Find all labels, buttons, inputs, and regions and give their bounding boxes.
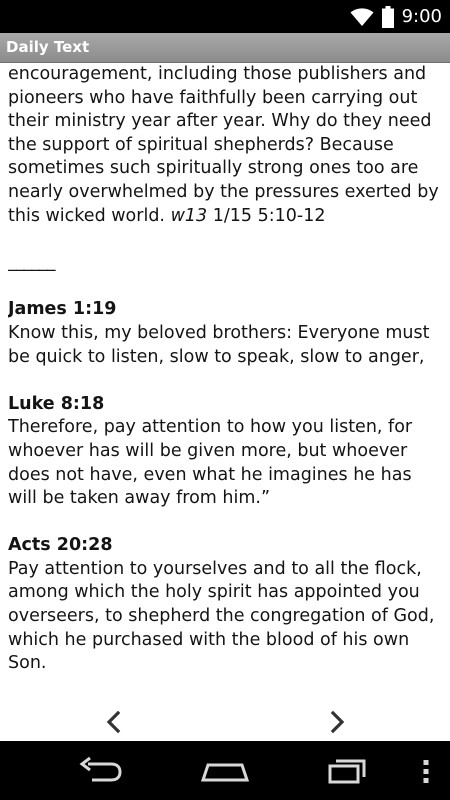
verse-block: Luke 8:18 Therefore, pay attention to ho…: [8, 393, 444, 511]
section-divider: ______: [8, 252, 56, 273]
intro-paragraph: encouragement, including those publisher…: [8, 63, 444, 228]
overflow-menu-icon[interactable]: [416, 753, 436, 789]
home-icon[interactable]: [199, 753, 251, 789]
verse-reference[interactable]: James 1:19: [8, 298, 444, 322]
title-bar: Daily Text: [0, 33, 450, 63]
intro-line: sometimes such spiritually strong ones t…: [8, 158, 419, 179]
page-title: Daily Text: [6, 38, 90, 56]
intro-line: pioneers who have faithfully been carryi…: [8, 87, 418, 108]
verse-text: Know this, my beloved brothers: Everyone…: [8, 322, 430, 367]
verse-block: James 1:19 Know this, my beloved brother…: [8, 298, 444, 369]
verse-reference[interactable]: Luke 8:18: [8, 393, 444, 417]
day-navigation: [0, 703, 450, 741]
system-navigation-bar: [0, 741, 450, 800]
chevron-left-icon[interactable]: [102, 710, 126, 734]
status-bar: 9:00: [0, 0, 450, 33]
intro-line: this wicked world.: [8, 205, 171, 226]
recent-apps-icon[interactable]: [326, 753, 374, 789]
verse-text: Pay attention to yourselves and to all t…: [8, 558, 435, 674]
intro-line: encouragement, including those publisher…: [8, 64, 427, 84]
daily-text-content[interactable]: encouragement, including those publisher…: [8, 63, 444, 703]
status-icons: 9:00: [350, 4, 442, 29]
intro-line: the support of spiritual shepherds? Beca…: [8, 134, 394, 155]
intro-line: nearly overwhelmed by the pressures exer…: [8, 181, 439, 202]
status-time: 9:00: [401, 6, 442, 27]
verse-reference[interactable]: Acts 20:28: [8, 534, 444, 558]
source-publication: w13: [170, 205, 208, 226]
source-reference: 1/15 5:10-12: [207, 205, 326, 226]
verse-block: Acts 20:28 Pay attention to yourselves a…: [8, 534, 444, 676]
chevron-right-icon[interactable]: [325, 710, 349, 734]
back-icon[interactable]: [76, 753, 124, 789]
intro-line: their ministry year after year. Why do t…: [8, 111, 432, 132]
wifi-icon: [350, 7, 374, 26]
battery-icon: [381, 5, 394, 28]
verse-text: Therefore, pay attention to how you list…: [8, 417, 413, 509]
